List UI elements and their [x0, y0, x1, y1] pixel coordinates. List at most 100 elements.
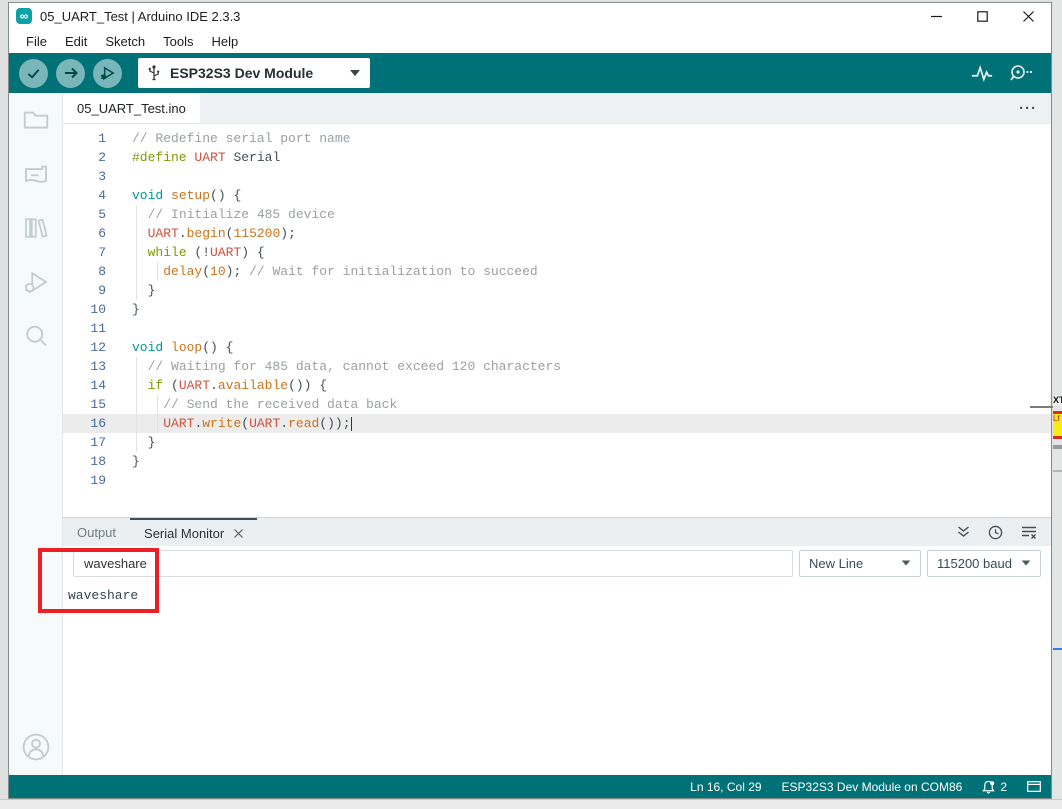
upload-button[interactable]	[56, 59, 85, 88]
cursor-position[interactable]: Ln 16, Col 29	[690, 780, 761, 794]
background-artifact-xt: XT	[1053, 395, 1062, 406]
menu-item-tools[interactable]: Tools	[154, 32, 202, 51]
code-line[interactable]: 16 UART.write(UART.read());	[63, 414, 1051, 433]
line-ending-select[interactable]: New Line	[799, 550, 921, 577]
tab-output[interactable]: Output	[63, 518, 130, 546]
title-bar[interactable]: ∞ 05_UART_Test | Arduino IDE 2.3.3	[9, 3, 1051, 29]
ellipsis-icon: ···	[1019, 100, 1037, 117]
line-ending-value: New Line	[809, 556, 863, 571]
code-line[interactable]: 7 while (!UART) {	[63, 243, 1051, 262]
baud-rate-select[interactable]: 115200 baud	[927, 550, 1041, 577]
code-line[interactable]: 18}	[63, 452, 1051, 471]
panel-header-actions	[957, 518, 1051, 546]
account-button[interactable]	[20, 731, 52, 763]
close-icon	[1023, 11, 1034, 22]
editor-tab-label: 05_UART_Test.ino	[77, 101, 186, 116]
debug-icon	[99, 65, 116, 82]
code-line[interactable]: 14 if (UART.available()) {	[63, 376, 1051, 395]
line-number: 2	[63, 148, 106, 167]
taskbar-sliver[interactable]	[0, 799, 1062, 809]
serial-monitor-button[interactable]	[1009, 63, 1033, 83]
tab-serial-monitor-label: Serial Monitor	[144, 526, 224, 541]
serial-monitor-icon	[1009, 63, 1033, 83]
menu-item-help[interactable]: Help	[202, 32, 247, 51]
code-line[interactable]: 12void loop() {	[63, 338, 1051, 357]
line-number: 4	[63, 186, 106, 205]
code-line[interactable]: 1// Redefine serial port name	[63, 129, 1051, 148]
desktop: ∞ 05_UART_Test | Arduino IDE 2.3.3 FileE…	[0, 0, 1062, 809]
board-port-status[interactable]: ESP32S3 Dev Module on COM86	[782, 780, 963, 794]
tab-serial-monitor[interactable]: Serial Monitor	[130, 518, 257, 546]
cursor-position-label: Ln 16, Col 29	[690, 780, 761, 794]
collapse-panel-button[interactable]	[957, 526, 970, 538]
code-text: }	[132, 433, 155, 452]
notifications-button[interactable]: 2	[982, 780, 1007, 794]
minimize-button[interactable]	[913, 3, 959, 29]
line-number: 14	[63, 376, 106, 395]
code-line[interactable]: 10}	[63, 300, 1051, 319]
serial-monitor-output[interactable]: waveshare	[63, 580, 1051, 775]
clear-output-button[interactable]	[1021, 526, 1037, 539]
board-selector[interactable]: ESP32S3 Dev Module	[138, 58, 370, 88]
maximize-button[interactable]	[959, 3, 1005, 29]
line-number: 5	[63, 205, 106, 224]
code-line[interactable]: 6 UART.begin(115200);	[63, 224, 1051, 243]
code-text: }	[132, 452, 140, 471]
sidebar-item-boards-manager[interactable]	[21, 159, 51, 189]
editor-more-actions[interactable]: ···	[1019, 93, 1051, 123]
code-text: if (UART.available()) {	[132, 376, 327, 395]
code-line[interactable]: 15 // Send the received data back	[63, 395, 1051, 414]
timestamp-toggle-button[interactable]	[988, 525, 1003, 540]
sidebar-item-sketchbook[interactable]	[21, 105, 51, 135]
clear-output-icon	[1021, 526, 1037, 539]
code-line[interactable]: 8 delay(10); // Wait for initialization …	[63, 262, 1051, 281]
debug-button[interactable]	[93, 59, 122, 88]
chevron-down-icon	[902, 560, 911, 565]
folder-icon	[21, 105, 51, 135]
code-line[interactable]: 11	[63, 319, 1051, 338]
code-editor[interactable]: 1// Redefine serial port name2 #define UA…	[63, 124, 1051, 517]
code-line[interactable]: 5 // Initialize 485 device	[63, 205, 1051, 224]
chevron-down-icon	[1022, 560, 1031, 565]
close-button[interactable]	[1005, 3, 1051, 29]
code-line[interactable]: 3	[63, 167, 1051, 186]
chevron-down-icon	[350, 70, 360, 76]
check-icon	[26, 66, 41, 81]
code-text: #define UART Serial	[132, 148, 280, 167]
baud-rate-value: 115200 baud	[937, 556, 1012, 571]
editor-tab[interactable]: 05_UART_Test.ino	[63, 93, 200, 123]
code-text: delay(10); // Wait for initialization to…	[132, 262, 538, 281]
toolbar: ESP32S3 Dev Module	[9, 53, 1051, 93]
code-line[interactable]: 13 // Waiting for 485 data, cannot excee…	[63, 357, 1051, 376]
verify-button[interactable]	[19, 59, 48, 88]
code-line[interactable]: 2 #define UART Serial	[63, 148, 1051, 167]
code-line[interactable]: 9 }	[63, 281, 1051, 300]
double-chevron-down-icon	[957, 526, 970, 538]
line-number: 19	[63, 471, 106, 490]
menu-item-sketch[interactable]: Sketch	[96, 32, 154, 51]
toolbar-right	[971, 63, 1041, 83]
menu-item-file[interactable]: File	[17, 32, 56, 51]
sidebar-item-library-manager[interactable]	[21, 213, 51, 243]
toggle-panel-button[interactable]	[1027, 781, 1041, 792]
maximize-icon	[977, 11, 988, 22]
code-line[interactable]: 19	[63, 471, 1051, 490]
menu-item-edit[interactable]: Edit	[56, 32, 96, 51]
close-tab-icon[interactable]	[234, 529, 243, 538]
line-number: 3	[63, 167, 106, 186]
line-number: 7	[63, 243, 106, 262]
sidebar-item-debug[interactable]	[21, 267, 51, 297]
line-number: 15	[63, 395, 106, 414]
serial-message-input[interactable]	[73, 550, 793, 577]
serial-plotter-button[interactable]	[971, 63, 993, 83]
code-text: }	[132, 300, 140, 319]
code-line[interactable]: 4void setup() {	[63, 186, 1051, 205]
books-icon	[21, 213, 51, 243]
line-number: 6	[63, 224, 106, 243]
status-bar: Ln 16, Col 29 ESP32S3 Dev Module on COM8…	[9, 775, 1051, 798]
code-text: UART.begin(115200);	[132, 224, 296, 243]
background-artifact-blue	[1053, 648, 1062, 650]
sidebar-item-search[interactable]	[21, 321, 51, 351]
background-artifact-gray2	[1053, 470, 1062, 472]
code-line[interactable]: 17 }	[63, 433, 1051, 452]
